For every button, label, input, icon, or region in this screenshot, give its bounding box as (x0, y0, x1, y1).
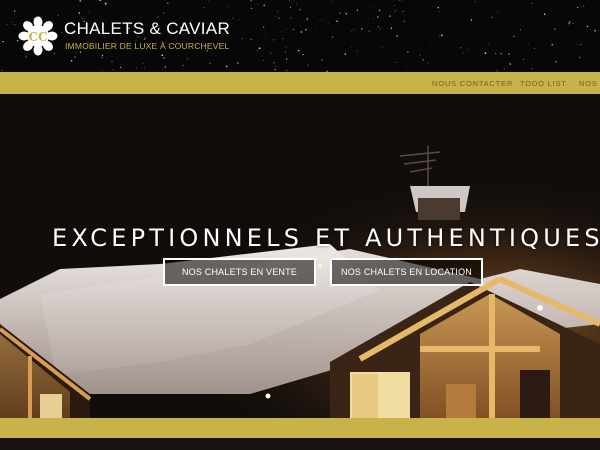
main-navigation: NOUS CONTACTER TODO LIST NOS V (0, 72, 600, 94)
brand-tagline: IMMOBILIER DE LUXE À COURCHEVEL (65, 41, 230, 51)
brand-title[interactable]: CHALETS & CAVIAR (64, 19, 230, 39)
svg-text:CC: CC (28, 30, 47, 44)
site-header: CC CHALETS & CAVIAR IMMOBILIER DE LUXE À… (0, 0, 600, 72)
footer-gold-band (0, 418, 600, 438)
nav-item-contact[interactable]: NOUS CONTACTER (432, 79, 513, 88)
hero-headline: EXCEPTIONNELS ET AUTHENTIQUES. (52, 224, 600, 252)
chalets-for-rent-button[interactable]: NOS CHALETS EN LOCATION (330, 258, 483, 286)
snowflake-cc-logo-icon[interactable]: CC (18, 16, 58, 56)
footer-strip (0, 438, 600, 450)
hero-section: EXCEPTIONNELS ET AUTHENTIQUES. NOS CHALE… (0, 94, 600, 418)
nav-item-todo-list[interactable]: TODO LIST (520, 79, 567, 88)
hero-chalet-image (0, 94, 600, 418)
nav-item-truncated[interactable]: NOS V (579, 79, 600, 88)
chalets-for-sale-button[interactable]: NOS CHALETS EN VENTE (163, 258, 316, 286)
